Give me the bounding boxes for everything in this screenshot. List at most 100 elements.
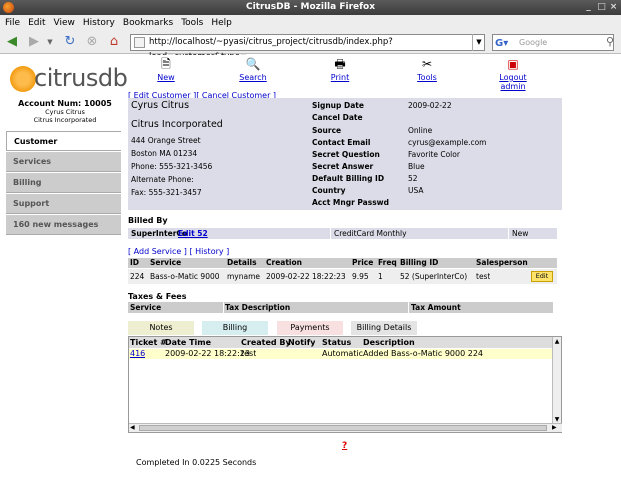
detail-label: Cancel Date — [312, 113, 363, 122]
home-icon[interactable]: ⌂ — [106, 34, 122, 50]
page-favicon-icon — [134, 37, 145, 48]
detail-value: 2009-02-22 — [408, 101, 452, 110]
sidebar-item-services[interactable]: Services — [6, 152, 121, 172]
detail-label: Default Billing ID — [312, 174, 385, 183]
detail-label: Acct Mngr Passwd — [312, 198, 389, 207]
tools-icon: ✂ — [421, 57, 433, 71]
detail-value: cyrus@example.com — [408, 138, 487, 147]
close-window-icon[interactable]: × — [608, 2, 619, 13]
google-icon[interactable]: G▾ — [495, 36, 508, 51]
customer-name: Cyrus Citrus — [131, 100, 190, 111]
maximize-icon[interactable]: □ — [596, 2, 607, 13]
url-dropdown-icon[interactable]: ▼ — [472, 34, 485, 51]
services-links: [ Add Service ] [ History ] — [128, 247, 229, 256]
detail-value: USA — [408, 186, 424, 195]
scroll-right-icon[interactable]: ▶ — [552, 424, 557, 432]
url-bar[interactable]: http://localhost/~pyasi/citrus_project/c… — [130, 34, 485, 62]
edit-service-button[interactable]: Edit — [531, 271, 553, 282]
services-header: ID Service Details Creation Price Freq B… — [128, 258, 557, 268]
history-dropdown-icon[interactable]: ▼ — [42, 34, 58, 50]
menu-edit[interactable]: Edit — [23, 15, 48, 31]
search-icon: 🔍 — [245, 57, 261, 71]
sidebar-item-messages[interactable]: 160 new messages — [6, 215, 121, 235]
menu-tools[interactable]: Tools — [176, 15, 206, 31]
reload-icon[interactable]: ↻ — [62, 34, 78, 50]
print-button[interactable]: 🖶 Print — [315, 57, 365, 82]
scroll-left-icon[interactable]: ◀ — [130, 424, 135, 432]
scroll-thumb[interactable] — [139, 425, 547, 431]
account-name: Cyrus Citrus — [45, 108, 85, 116]
detail-value: Blue — [408, 162, 425, 171]
new-button[interactable]: 🗎 New — [141, 57, 191, 82]
tab-billing-details[interactable]: Billing Details — [351, 321, 417, 335]
tickets-panel: Ticket # Date Time Created By Notify Sta… — [128, 336, 562, 433]
search-engine-box[interactable]: G▾ Google — [492, 34, 614, 51]
taxes-header: Service Tax Description Tax Amount — [128, 302, 553, 313]
account-summary: Account Num: 10005 Cyrus Citrus Citrus I… — [10, 99, 120, 124]
ticket-link[interactable]: 416 — [130, 349, 145, 359]
detail-label: Country — [312, 186, 346, 195]
help-link[interactable]: ? — [342, 441, 347, 451]
add-service-link[interactable]: [ Add Service ] — [128, 247, 187, 256]
search-placeholder: Google — [519, 38, 548, 47]
customer-company: Citrus Incorporated — [131, 119, 223, 130]
tab-notes[interactable]: Notes — [128, 321, 194, 335]
billing-status: New — [512, 229, 529, 238]
minimize-icon[interactable]: _ — [583, 2, 594, 13]
customer-street: 444 Orange Street — [131, 136, 201, 145]
menu-file[interactable]: File — [0, 15, 23, 31]
detail-value: Favorite Color — [408, 150, 460, 159]
search-button[interactable]: 🔍 Search — [228, 57, 278, 82]
detail-value: Online — [408, 126, 433, 135]
navigation-toolbar: ◀ ▶ ▼ ↻ ⊗ ⌂ http://localhost/~pyasi/citr… — [0, 31, 621, 62]
sidebar-item-billing[interactable]: Billing — [6, 173, 121, 193]
sidebar-item-customer[interactable]: Customer — [6, 131, 121, 151]
vertical-scrollbar[interactable]: ▲ ▼ — [552, 337, 561, 424]
account-company: Citrus Incorporated — [33, 116, 97, 124]
window-titlebar: CitrusDB - Mozilla Firefox _ □ × — [0, 0, 621, 15]
sidebar-item-support[interactable]: Support — [6, 194, 121, 214]
logout-button[interactable]: ▣ Logout admin — [488, 57, 538, 91]
billed-by-row: SuperInterCo Edit 52 CreditCard Monthly … — [128, 228, 557, 239]
tickets-header: Ticket # Date Time Created By Notify Sta… — [129, 337, 553, 348]
print-icon: 🖶 — [334, 57, 346, 71]
menu-view[interactable]: View — [49, 15, 78, 31]
detail-label: Contact Email — [312, 138, 371, 147]
detail-label: Source — [312, 126, 342, 135]
detail-label: Secret Answer — [312, 162, 374, 171]
scroll-up-icon[interactable]: ▲ — [553, 337, 561, 346]
customer-phone: Phone: 555-321-3456 — [131, 162, 213, 171]
service-history-link[interactable]: [ History ] — [189, 247, 229, 256]
tools-button[interactable]: ✂ Tools — [402, 57, 452, 82]
customer-alt-phone: Alternate Phone: — [131, 175, 194, 184]
table-row[interactable]: 416 2009-02-22 18:22:23 test Automatic A… — [129, 349, 553, 359]
search-go-icon[interactable]: ⚲ — [602, 34, 618, 50]
firefox-icon — [3, 2, 14, 13]
back-icon[interactable]: ◀ — [4, 34, 20, 50]
logout-icon: ▣ — [507, 57, 519, 71]
orange-logo-icon — [10, 66, 36, 92]
detail-label: Secret Question — [312, 150, 380, 159]
detail-label: Signup Date — [312, 101, 364, 110]
customer-info-panel: Cyrus Citrus Citrus Incorporated 444 Ora… — [128, 98, 562, 210]
forward-icon[interactable]: ▶ — [26, 34, 42, 50]
billing-method: CreditCard Monthly — [334, 229, 407, 238]
account-number: Account Num: 10005 — [18, 99, 112, 108]
new-icon: 🗎 — [161, 57, 171, 71]
tab-billing[interactable]: Billing — [202, 321, 268, 335]
completed-time: Completed In 0.0225 Seconds — [136, 458, 257, 467]
menu-history[interactable]: History — [78, 15, 118, 31]
menu-bar: File Edit View History Bookmarks Tools Help — [0, 15, 621, 31]
table-row: 224 Bass-o-Matic 9000 myname 2009-02-22 … — [128, 269, 557, 284]
menu-bookmarks[interactable]: Bookmarks — [118, 15, 176, 31]
window-title: CitrusDB - Mozilla Firefox — [245, 2, 376, 12]
detail-value: 52 — [408, 174, 418, 183]
billed-by-title: Billed By — [128, 216, 168, 225]
citrusdb-logo: citrusdb — [10, 64, 128, 98]
stop-icon[interactable]: ⊗ — [84, 34, 100, 50]
edit-billing-link[interactable]: Edit 52 — [178, 228, 208, 239]
horizontal-scrollbar[interactable]: ◀ ▶ — [129, 423, 562, 432]
customer-city: Boston MA 01234 — [131, 149, 198, 158]
tab-payments[interactable]: Payments — [277, 321, 343, 335]
menu-help[interactable]: Help — [206, 15, 235, 31]
